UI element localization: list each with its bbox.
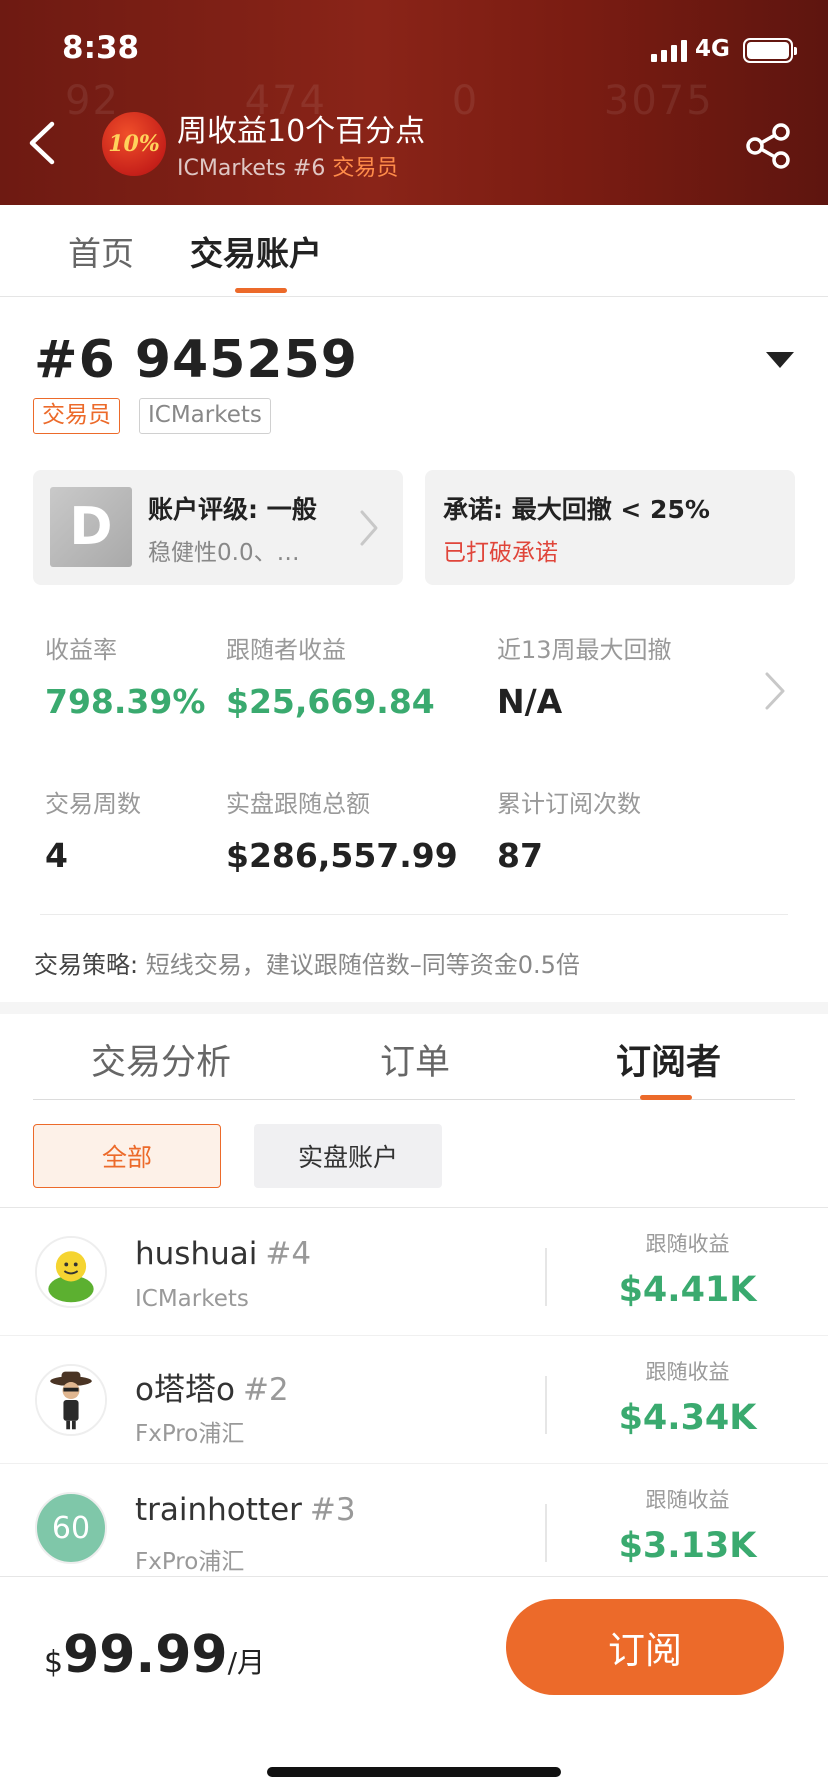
chevron-right-icon[interactable] (762, 670, 788, 712)
sub-tab-active-indicator (640, 1095, 692, 1100)
subscriber-broker: FxPro浦汇 (135, 1421, 245, 1447)
home-indicator[interactable] (267, 1767, 561, 1777)
profit-label: 跟随收益 (645, 1488, 730, 1512)
promise-title: 承诺: 最大回撤 < 25% (443, 495, 710, 524)
subscriber-name: trainhotter #3 (135, 1492, 356, 1528)
strategy-text: 交易策略: 短线交易，建议跟随倍数–同等资金0.5倍 (34, 945, 580, 980)
cowboy-avatar-icon (37, 1366, 105, 1434)
subscriber-name-text: trainhotter (135, 1492, 302, 1528)
subscribe-button[interactable]: 订阅 (506, 1599, 784, 1695)
subscriber-broker: FxPro浦汇 (135, 1549, 245, 1575)
total-follow-value: $286,557.99 (226, 836, 458, 875)
network-label: 4G (695, 36, 730, 62)
strategy-key: 交易策略: (34, 951, 139, 979)
tab-subscribers[interactable]: 订阅者 (616, 1034, 721, 1085)
subtitle-role: 交易员 (332, 156, 399, 181)
profit-value: $4.34K (618, 1398, 757, 1438)
promise-card[interactable]: 承诺: 最大回撤 < 25% 已打破承诺 (425, 470, 795, 585)
share-button[interactable] (743, 122, 793, 170)
role-tag: 交易员 (33, 398, 120, 434)
subscriber-rank: #3 (309, 1492, 356, 1528)
smiley-avatar-icon (37, 1238, 105, 1306)
profit-value: $4.41K (618, 1270, 757, 1310)
bottom-bar: $99.99/月 订阅 (0, 1576, 828, 1792)
filter-all-button[interactable]: 全部 (33, 1124, 221, 1188)
subscriber-name: o塔塔o #2 (135, 1364, 289, 1409)
price-amount: 99.99 (63, 1625, 228, 1685)
subscriber-row[interactable]: 60 trainhotter #3 FxPro浦汇 跟随收益 $3.13K (0, 1464, 828, 1592)
divider (545, 1504, 547, 1562)
divider (545, 1376, 547, 1434)
caret-down-icon[interactable] (766, 352, 794, 368)
subscriber-name-text: o塔塔o (135, 1372, 235, 1408)
price-unit: /月 (227, 1646, 266, 1679)
back-button[interactable] (22, 118, 66, 168)
strategy-value: 短线交易，建议跟随倍数–同等资金0.5倍 (138, 951, 580, 979)
avatar (35, 1364, 107, 1436)
profit-label: 跟随收益 (645, 1360, 730, 1384)
filter-real-account-button[interactable]: 实盘账户 (254, 1124, 442, 1188)
chevron-left-icon (29, 121, 55, 165)
weeks-value: 4 (45, 836, 68, 875)
chevron-right-icon (360, 510, 378, 546)
section-gap (0, 1002, 828, 1014)
tab-active-indicator (235, 288, 287, 293)
profit-label: 跟随收益 (645, 1232, 730, 1256)
rating-title: 账户评级: 一般 (148, 495, 317, 524)
max-drawdown-value: N/A (497, 682, 563, 721)
subscriber-name-text: hushuai (135, 1236, 258, 1272)
tab-trading-account[interactable]: 交易账户 (190, 227, 322, 275)
app-header: 92 474 0 3075 8:38 4G 10% 周收益10个百分点 ICMa… (0, 0, 828, 205)
page-title: 周收益10个百分点 (177, 114, 426, 149)
follower-profit-value: $25,669.84 (226, 682, 435, 721)
grade-badge: D (50, 487, 132, 567)
subscriber-name: hushuai #4 (135, 1236, 311, 1272)
status-time: 8:38 (62, 30, 140, 66)
broker-tag: ICMarkets (139, 398, 271, 434)
return-label: 收益率 (45, 636, 117, 664)
account-id: #6 945259 (34, 330, 358, 390)
subscriber-row[interactable]: o塔塔o #2 FxPro浦汇 跟随收益 $4.34K (0, 1336, 828, 1464)
profit-value: $3.13K (618, 1526, 757, 1566)
follower-profit-label: 跟随者收益 (226, 636, 346, 664)
subs-count-label: 累计订阅次数 (497, 790, 641, 818)
share-icon (746, 123, 790, 169)
subscriber-rank: #2 (242, 1372, 289, 1408)
tab-home[interactable]: 首页 (68, 227, 134, 275)
subscriber-broker: ICMarkets (135, 1286, 249, 1312)
sub-tab-bar: 交易分析 订单 订阅者 (33, 1020, 795, 1100)
battery-icon (743, 38, 797, 63)
main-tab-bar: 首页 交易账户 (0, 205, 828, 297)
divider (545, 1248, 547, 1306)
divider (40, 914, 788, 915)
promise-status: 已打破承诺 (443, 540, 558, 566)
rating-card[interactable]: D 账户评级: 一般 稳健性0.0、… (33, 470, 403, 585)
tab-orders[interactable]: 订单 (380, 1034, 450, 1085)
page-subtitle: ICMarkets #6 交易员 (177, 150, 398, 182)
subscription-price: $99.99/月 (44, 1625, 265, 1685)
avatar: 60 (35, 1492, 107, 1564)
signal-icon (651, 40, 687, 62)
rating-desc: 稳健性0.0、… (148, 540, 300, 566)
subscriber-row[interactable]: hushuai #4 ICMarkets 跟随收益 $4.41K (0, 1208, 828, 1336)
subs-count-value: 87 (497, 836, 543, 875)
subtitle-broker: ICMarkets #6 (177, 156, 333, 181)
status-bar: 8:38 4G (0, 0, 828, 100)
price-currency: $ (44, 1645, 64, 1680)
subscriber-rank: #4 (265, 1236, 312, 1272)
return-value: 798.39% (45, 682, 206, 721)
max-drawdown-label: 近13周最大回撤 (497, 636, 672, 664)
tab-trading-analysis[interactable]: 交易分析 (91, 1034, 231, 1085)
trader-avatar: 10% (102, 112, 166, 176)
total-follow-label: 实盘跟随总额 (226, 790, 370, 818)
avatar (35, 1236, 107, 1308)
weeks-label: 交易周数 (45, 790, 141, 818)
